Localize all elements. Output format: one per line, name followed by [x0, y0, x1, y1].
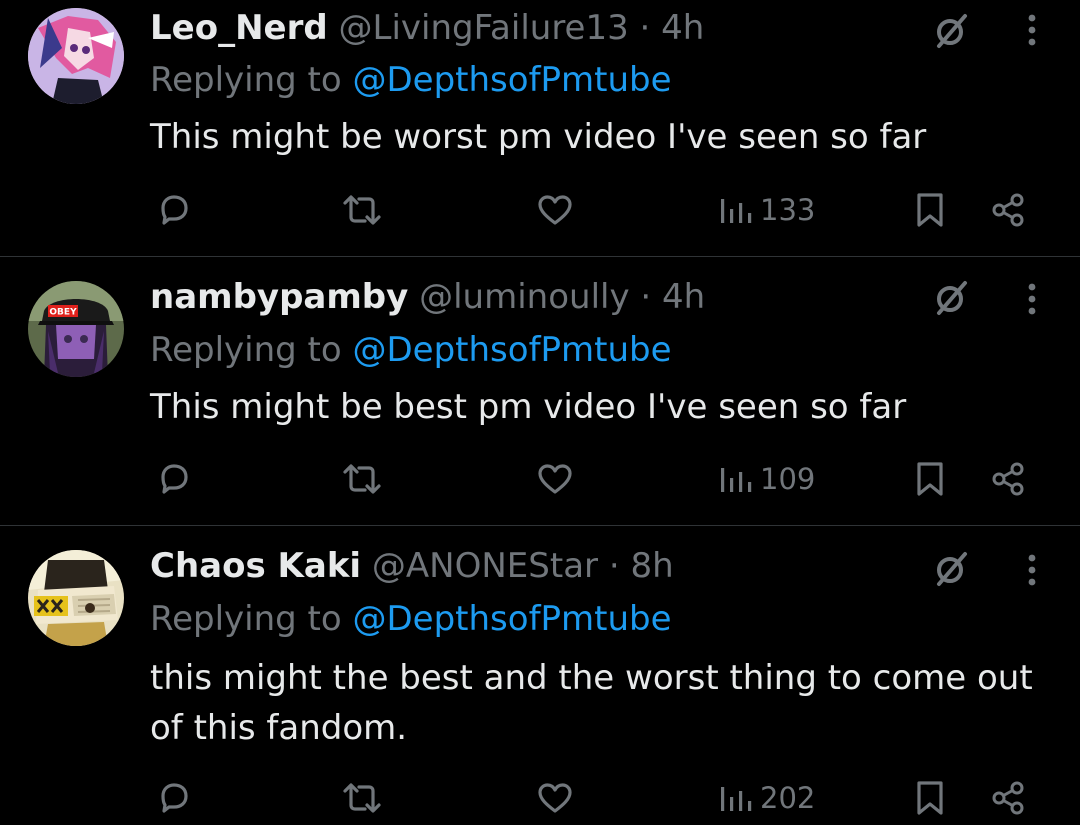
timestamp[interactable]: 8h	[630, 546, 673, 586]
separator-dot: ·	[629, 277, 663, 317]
replying-to-mention[interactable]: @DepthsofPmtube	[353, 599, 672, 639]
grok-slash-icon	[937, 14, 967, 48]
grok-button[interactable]	[928, 548, 974, 588]
reply-item[interactable]: Chaos Kaki @ANONEStar · 8h Replying to @…	[0, 526, 1080, 825]
replying-to-label: Replying to	[150, 599, 353, 639]
user-handle[interactable]: @ANONEStar	[372, 546, 598, 586]
avatar-image	[28, 550, 124, 646]
timestamp[interactable]: 4h	[661, 8, 704, 48]
views-count: 133	[760, 193, 816, 227]
replying-to-label: Replying to	[150, 60, 353, 100]
reply-header: Leo_Nerd @LivingFailure13 · 4h	[150, 6, 704, 50]
heart-icon	[538, 195, 572, 225]
like-button[interactable]	[532, 457, 578, 501]
heart-icon	[538, 783, 572, 813]
views-button[interactable]: 202	[718, 778, 815, 818]
bar-chart-icon	[721, 787, 752, 811]
share-button[interactable]	[986, 457, 1030, 501]
bookmark-icon	[917, 193, 943, 227]
user-handle[interactable]: @luminoully	[419, 277, 629, 317]
replying-to: Replying to @DepthsofPmtube	[150, 328, 672, 372]
reply-item[interactable]: Leo_Nerd @LivingFailure13 · 4h Replying …	[0, 0, 1080, 256]
replying-to: Replying to @DepthsofPmtube	[150, 597, 672, 641]
avatar-image: OBEY	[28, 281, 124, 377]
replying-to-label: Replying to	[150, 330, 353, 370]
heart-icon	[538, 464, 572, 494]
reply-text: This might be worst pm video I've seen s…	[150, 117, 927, 157]
more-options-button[interactable]	[1012, 548, 1052, 592]
bookmark-button[interactable]	[910, 457, 950, 501]
more-vertical-icon	[1028, 554, 1036, 586]
avatar-cap-text: OBEY	[49, 308, 77, 318]
reply-bubble-icon	[161, 195, 188, 225]
grok-slash-icon	[937, 552, 967, 586]
user-handle[interactable]: @LivingFailure13	[339, 8, 629, 48]
like-button[interactable]	[532, 776, 578, 820]
more-vertical-icon	[1028, 14, 1036, 46]
avatar[interactable]	[28, 8, 124, 104]
separator-dot: ·	[598, 546, 631, 586]
reply-item[interactable]: OBEY nambypamby @luminoully · 4h Replyin…	[0, 257, 1080, 525]
reply-text: this might the best and the worst thing …	[150, 658, 1033, 748]
reply-text: This might be best pm video I've seen so…	[150, 387, 907, 427]
repost-button[interactable]	[337, 776, 387, 820]
share-button[interactable]	[986, 776, 1030, 820]
repost-button[interactable]	[337, 457, 387, 501]
bookmark-button[interactable]	[910, 188, 950, 232]
replying-to-mention[interactable]: @DepthsofPmtube	[353, 330, 672, 370]
reply-button[interactable]	[152, 457, 196, 501]
grok-slash-icon	[937, 281, 967, 315]
bar-chart-icon	[721, 468, 752, 492]
separator-dot: ·	[628, 8, 662, 48]
reply-bubble-icon	[161, 783, 188, 813]
replying-to-mention[interactable]: @DepthsofPmtube	[353, 60, 672, 100]
share-nodes-icon	[992, 462, 1024, 496]
avatar[interactable]	[28, 550, 124, 646]
views-count: 202	[760, 781, 816, 815]
grok-button[interactable]	[928, 10, 974, 50]
views-button[interactable]: 109	[718, 459, 815, 499]
bar-chart-icon	[721, 199, 752, 223]
bookmark-icon	[917, 781, 943, 815]
display-name[interactable]: Leo_Nerd	[150, 8, 328, 48]
more-vertical-icon	[1028, 283, 1036, 315]
avatar-image	[28, 8, 124, 104]
bookmark-button[interactable]	[910, 776, 950, 820]
replying-to: Replying to @DepthsofPmtube	[150, 58, 672, 102]
repost-arrows-icon	[343, 783, 381, 813]
timestamp[interactable]: 4h	[662, 277, 705, 317]
reply-bubble-icon	[161, 464, 188, 494]
repost-button[interactable]	[337, 188, 387, 232]
reply-header: nambypamby @luminoully · 4h	[150, 275, 705, 319]
more-options-button[interactable]	[1012, 277, 1052, 321]
like-button[interactable]	[532, 188, 578, 232]
share-nodes-icon	[992, 193, 1024, 227]
reply-header: Chaos Kaki @ANONEStar · 8h	[150, 544, 674, 588]
repost-arrows-icon	[343, 195, 381, 225]
bookmark-icon	[917, 462, 943, 496]
repost-arrows-icon	[343, 464, 381, 494]
more-options-button[interactable]	[1012, 8, 1052, 52]
avatar[interactable]: OBEY	[28, 281, 124, 377]
grok-button[interactable]	[928, 277, 974, 317]
display-name[interactable]: Chaos Kaki	[150, 546, 361, 586]
reply-button[interactable]	[152, 188, 196, 232]
views-button[interactable]: 133	[718, 190, 815, 230]
views-count: 109	[760, 462, 816, 496]
share-nodes-icon	[992, 781, 1024, 815]
share-button[interactable]	[986, 188, 1030, 232]
display-name[interactable]: nambypamby	[150, 277, 408, 317]
reply-button[interactable]	[152, 776, 196, 820]
